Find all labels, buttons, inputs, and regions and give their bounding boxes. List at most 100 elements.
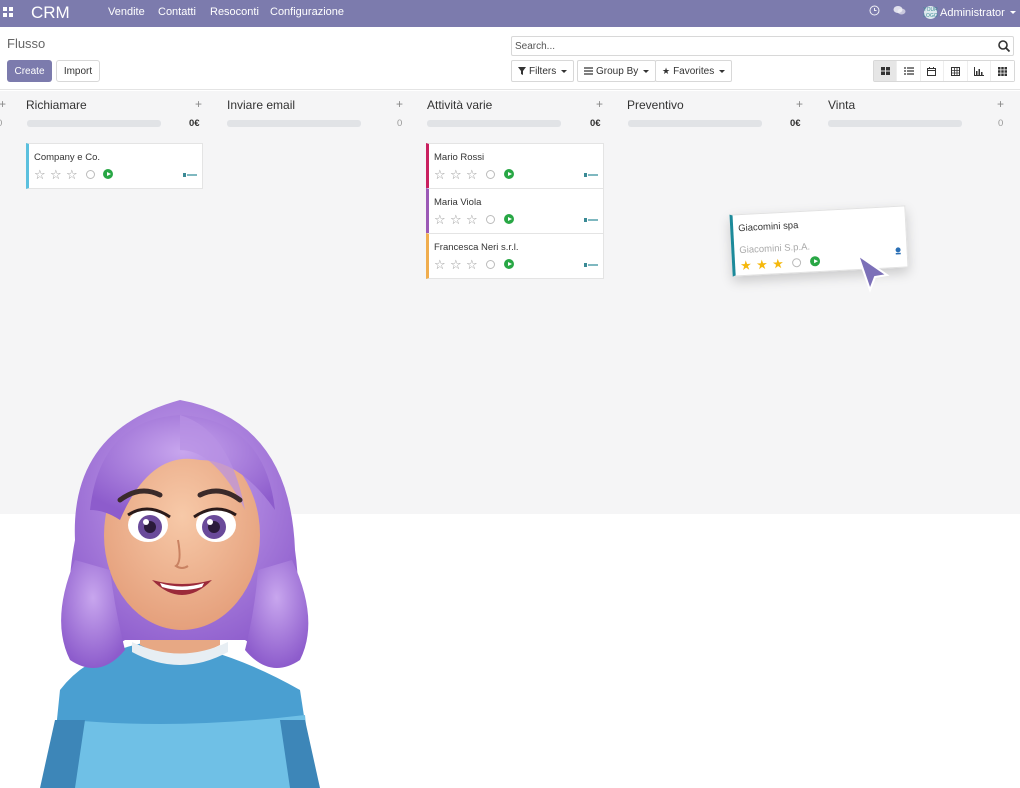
star-icon[interactable]: ☆ <box>434 213 446 226</box>
activity-clock-icon[interactable] <box>791 257 802 268</box>
chevron-down-icon <box>1009 11 1016 14</box>
kanban-card[interactable]: Company e Co. ☆ ☆ ☆ <box>26 143 203 189</box>
search-placeholder: Search... <box>515 41 556 52</box>
column-total: 0€ <box>590 118 601 129</box>
column-header-attivita-varie[interactable]: Attività varie <box>427 98 492 112</box>
company-logo-icon <box>584 173 598 177</box>
play-icon[interactable] <box>504 214 514 224</box>
chevron-down-icon <box>561 69 568 73</box>
column-progress-bar[interactable] <box>27 120 161 127</box>
create-button[interactable]: Create <box>7 60 52 82</box>
apps-menu-icon[interactable] <box>3 7 13 17</box>
play-icon[interactable] <box>504 259 514 269</box>
list-view-icon[interactable] <box>897 61 921 81</box>
activity-clock-icon[interactable] <box>486 260 495 269</box>
kanban-card[interactable]: Francesca Neri s.r.l. ☆ ☆ ☆ <box>426 233 604 279</box>
star-icon: ★ <box>662 65 671 76</box>
star-icon[interactable]: ★ <box>740 258 752 274</box>
graph-view-icon[interactable] <box>967 61 991 81</box>
star-icon[interactable]: ☆ <box>466 213 478 226</box>
play-icon[interactable] <box>103 169 113 179</box>
menu-resoconti[interactable]: Resoconti <box>210 5 259 19</box>
play-icon[interactable] <box>504 169 514 179</box>
star-icon[interactable]: ☆ <box>34 168 46 181</box>
star-icon[interactable]: ☆ <box>450 168 462 181</box>
search-input[interactable]: Search... <box>511 36 1014 56</box>
top-navbar: CRM Vendite Contatti Resoconti Configura… <box>0 0 1020 27</box>
view-switcher <box>873 60 1016 82</box>
menu-configurazione[interactable]: Configurazione <box>270 5 344 19</box>
kanban-view-icon[interactable] <box>874 61 898 81</box>
filters-button[interactable]: Filters <box>511 60 575 82</box>
favorites-button[interactable]: ★ Favorites <box>655 60 733 82</box>
column-header-vinta[interactable]: Vinta <box>828 98 855 112</box>
chevron-down-icon <box>643 69 650 73</box>
app-brand[interactable]: CRM <box>31 2 70 24</box>
card-title: Mario Rossi <box>434 152 485 163</box>
column-total: 0 <box>0 118 2 129</box>
star-icon[interactable]: ☆ <box>466 168 478 181</box>
user-menu[interactable]: YOUR LOGO Administrator <box>923 4 1016 21</box>
column-add-button[interactable]: + <box>796 97 803 111</box>
activity-clock-icon[interactable] <box>486 215 495 224</box>
mouse-cursor-icon <box>856 252 890 293</box>
menu-vendite[interactable]: Vendite <box>108 5 145 19</box>
star-icon[interactable]: ☆ <box>50 168 62 181</box>
filters-label: Filters <box>529 65 557 77</box>
groupby-button[interactable]: Group By <box>577 60 657 82</box>
list-bars-icon <box>584 67 593 75</box>
import-button[interactable]: Import <box>56 60 100 82</box>
card-title: Company e Co. <box>34 152 101 163</box>
card-company: Giacomini S.p.A. <box>739 241 811 257</box>
column-total: 0 <box>998 118 1004 129</box>
card-title: Giacomini spa <box>737 220 799 235</box>
star-icon[interactable]: ☆ <box>450 258 462 271</box>
column-header-inviare-email[interactable]: Inviare email <box>227 98 295 112</box>
column-add-button[interactable]: + <box>596 97 603 111</box>
star-icon[interactable]: ☆ <box>66 168 78 181</box>
search-icon[interactable] <box>997 39 1011 53</box>
column-progress-bar[interactable] <box>628 120 762 127</box>
user-name: Administrator <box>940 6 1005 19</box>
company-logo-icon <box>183 173 197 177</box>
mascot-character-illustration <box>40 400 320 788</box>
page-title: Flusso <box>7 36 46 51</box>
control-panel: Flusso Create Import Search... Filters G… <box>0 27 1020 90</box>
column-add-button[interactable]: + <box>0 97 6 111</box>
star-icon[interactable]: ☆ <box>434 258 446 271</box>
column-add-button[interactable]: + <box>997 97 1004 111</box>
column-header-richiamare[interactable]: Richiamare <box>26 98 87 112</box>
kanban-card[interactable]: Maria Viola ☆ ☆ ☆ <box>426 188 604 234</box>
pivot-view-icon[interactable] <box>944 61 968 81</box>
star-icon[interactable]: ☆ <box>466 258 478 271</box>
kanban-card[interactable]: Mario Rossi ☆ ☆ ☆ <box>426 143 604 189</box>
card-title: Francesca Neri s.r.l. <box>434 242 519 253</box>
messages-chat-icon[interactable] <box>893 5 906 20</box>
company-logo-icon <box>895 247 901 255</box>
company-logo-icon <box>584 218 598 222</box>
activity-clock-icon[interactable] <box>86 170 95 179</box>
column-add-button[interactable]: + <box>195 97 202 111</box>
star-icon[interactable]: ☆ <box>434 168 446 181</box>
activity-clock-icon[interactable] <box>869 5 880 20</box>
card-title: Maria Viola <box>434 197 482 208</box>
favorites-label: Favorites <box>673 65 715 77</box>
star-icon[interactable]: ☆ <box>450 213 462 226</box>
star-icon[interactable]: ★ <box>756 257 768 273</box>
column-header-preventivo[interactable]: Preventivo <box>627 98 684 112</box>
menu-contatti[interactable]: Contatti <box>158 5 196 19</box>
column-add-button[interactable]: + <box>396 97 403 111</box>
column-progress-bar[interactable] <box>828 120 962 127</box>
activity-view-icon[interactable] <box>990 61 1015 81</box>
column-progress-bar[interactable] <box>427 120 561 127</box>
groupby-label: Group By <box>596 65 639 77</box>
play-icon[interactable] <box>809 255 821 267</box>
calendar-view-icon[interactable] <box>920 61 945 81</box>
filter-icon <box>518 67 526 75</box>
column-total: 0€ <box>189 118 200 129</box>
column-progress-bar[interactable] <box>227 120 361 127</box>
activity-clock-icon[interactable] <box>486 170 495 179</box>
avatar: YOUR LOGO <box>923 6 938 19</box>
star-icon[interactable]: ★ <box>772 256 784 272</box>
column-total: 0€ <box>790 118 801 129</box>
